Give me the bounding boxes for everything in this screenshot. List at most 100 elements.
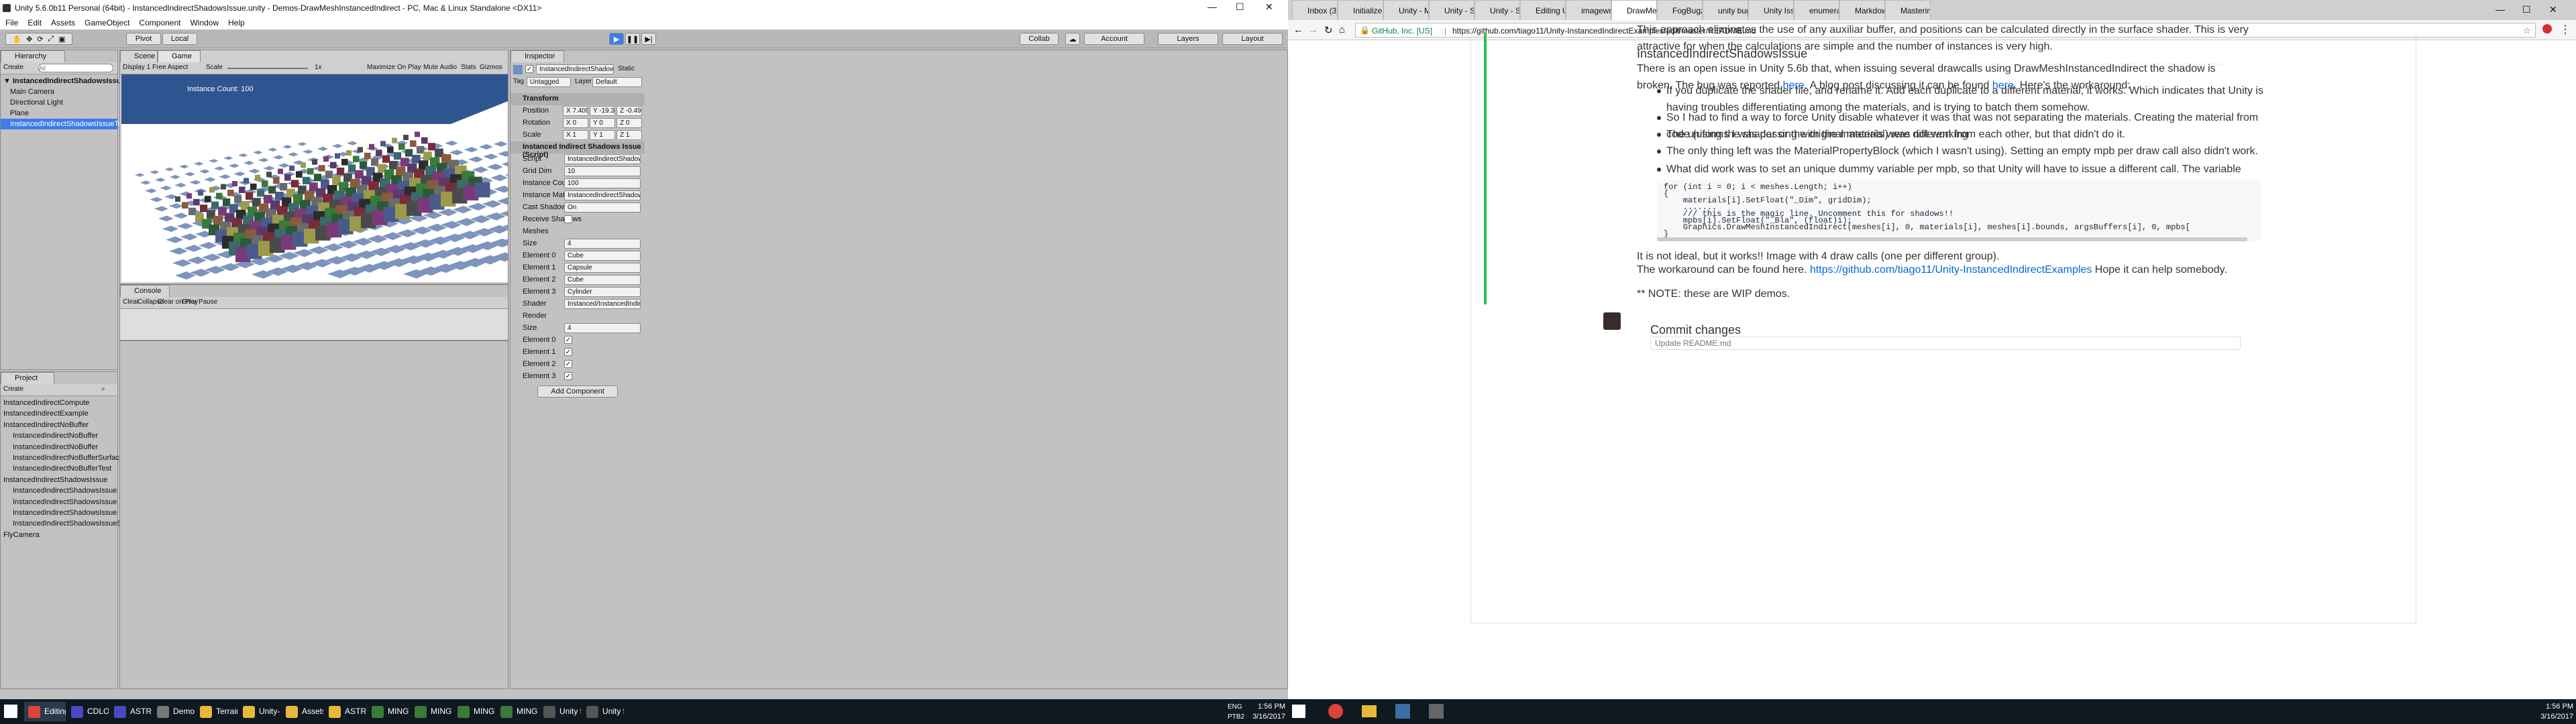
layer-dropdown[interactable]: Default: [592, 77, 642, 87]
chrome-taskbar-icon[interactable]: [1328, 704, 1343, 719]
windows-start-icon[interactable]: [4, 705, 17, 718]
game-viewport[interactable]: [121, 74, 508, 282]
render-element-checkbox[interactable]: ✓: [564, 360, 572, 368]
script-field-3-field[interactable]: InstancedIndirectShadowsIssue: [564, 190, 641, 200]
transform-position-z-field[interactable]: Z -0.4943112: [616, 106, 642, 116]
windows-start-icon-2[interactable]: [1292, 705, 1305, 718]
project-item[interactable]: InstancedIndirectShadowsIssue: [13, 485, 117, 496]
tab-inspector[interactable]: Inspector: [511, 50, 564, 62]
render-size-field[interactable]: 4: [564, 323, 641, 333]
transform-position-x-field[interactable]: X 7.409399: [563, 106, 588, 116]
active-checkbox[interactable]: ✓: [525, 65, 533, 73]
taskbar-item[interactable]: MINGW6...: [368, 702, 409, 721]
hierarchy-item-selected[interactable]: InstancedIndirectShadowsIssueTest: [1, 119, 128, 129]
hierarchy-item-main-camera[interactable]: Main Camera: [10, 86, 54, 97]
mesh-element-2-field[interactable]: Cube: [564, 275, 641, 285]
tab-console[interactable]: Console: [120, 285, 170, 297]
explorer-taskbar-icon[interactable]: [1362, 705, 1377, 717]
hierarchy-item-directional-light[interactable]: Directional Light: [10, 97, 63, 108]
render-element-checkbox[interactable]: ✓: [564, 372, 572, 380]
clock-left[interactable]: 1:56 PM 3/16/2017: [1248, 702, 1285, 722]
menu-component[interactable]: Component: [139, 18, 180, 27]
menu-help[interactable]: Help: [228, 18, 245, 27]
tag-dropdown[interactable]: Untagged: [527, 77, 571, 87]
project-create-button[interactable]: Create: [3, 385, 23, 393]
hierarchy-search-input[interactable]: [38, 64, 113, 72]
static-toggle[interactable]: Static: [618, 65, 635, 72]
step-button-icon[interactable]: ▶|: [641, 33, 656, 45]
console-log-area[interactable]: [120, 309, 508, 340]
minimize-icon[interactable]: —: [1208, 1, 1217, 12]
cloud-icon[interactable]: ☁: [1065, 33, 1080, 45]
project-item[interactable]: InstancedIndirectShadowsIssue: [3, 475, 107, 485]
project-item[interactable]: FlyCamera: [3, 530, 40, 540]
transform-rotation-x-field[interactable]: X 0: [563, 118, 588, 128]
pause-button-icon[interactable]: ❚❚: [625, 33, 640, 45]
menu-window[interactable]: Window: [190, 18, 219, 27]
hand-tool-icon[interactable]: ✋: [12, 35, 21, 44]
layout-dropdown[interactable]: Layout: [1222, 33, 1283, 45]
account-dropdown[interactable]: Account: [1084, 33, 1144, 45]
menu-assets[interactable]: Assets: [51, 18, 75, 27]
mesh-element-3-field[interactable]: Cylinder: [564, 287, 641, 297]
taskbar-item[interactable]: TerrainEn...: [196, 702, 237, 721]
project-search-icon[interactable]: ⌕: [101, 385, 105, 393]
scene-root[interactable]: ▼ InstancedIndirectShadowsIssue: [3, 76, 125, 86]
unity-taskbar-icon[interactable]: [1429, 704, 1444, 719]
taskbar-item[interactable]: MINGW6...: [453, 702, 495, 721]
hierarchy-item-plane[interactable]: Plane: [10, 108, 29, 119]
project-item[interactable]: InstancedIndirectNoBuffer: [13, 442, 98, 452]
script-field-1-field[interactable]: 10: [564, 166, 641, 176]
code-scrollbar[interactable]: [1657, 237, 2247, 241]
display-dropdown[interactable]: Display 1: [123, 64, 150, 71]
gizmos-toggle[interactable]: Gizmos: [480, 64, 502, 71]
mesh-element-1-field[interactable]: Capsule: [564, 263, 641, 273]
taskbar-item[interactable]: MINGW6...: [496, 702, 538, 721]
tab-hierarchy[interactable]: Hierarchy: [1, 50, 65, 62]
rotate-tool-icon[interactable]: ⟳: [37, 35, 43, 44]
local-button[interactable]: Local: [162, 33, 197, 45]
mute-audio-toggle[interactable]: Mute Audio: [423, 64, 457, 71]
hierarchy-create-button[interactable]: Create: [3, 64, 23, 71]
project-item[interactable]: InstancedIndirectCompute: [3, 398, 89, 408]
taskbar-item[interactable]: Demos-D...: [153, 702, 195, 721]
layers-dropdown[interactable]: Layers: [1158, 33, 1218, 45]
menu-gameobject[interactable]: GameObject: [85, 18, 129, 27]
transform-rotation-y-field[interactable]: Y 0: [590, 118, 615, 128]
render-element-checkbox[interactable]: ✓: [564, 348, 572, 356]
object-name-field[interactable]: InstancedIndirectShadowsIssueTest: [536, 64, 614, 74]
render-element-checkbox[interactable]: ✓: [564, 336, 572, 344]
project-item[interactable]: InstancedIndirectNoBufferTest: [13, 463, 111, 474]
add-component-button[interactable]: Add Component: [537, 385, 618, 398]
transform-component[interactable]: Transform: [511, 93, 645, 105]
project-item[interactable]: InstancedIndirectNoBuffer: [13, 430, 98, 441]
script-field-0-field[interactable]: InstancedIndirectShadowsIssue: [564, 154, 641, 164]
collab-dropdown[interactable]: Collab: [1020, 33, 1059, 45]
transform-scale-y-field[interactable]: Y 1: [590, 130, 615, 140]
script-field-4-field[interactable]: On: [564, 202, 641, 213]
taskbar-item[interactable]: Unity 5.6...: [582, 702, 624, 721]
close-icon[interactable]: ✕: [1265, 1, 1273, 13]
play-button-icon[interactable]: ▶: [609, 33, 624, 45]
tab-project[interactable]: Project: [1, 372, 54, 384]
aspect-dropdown[interactable]: Free Aspect: [152, 64, 188, 71]
language-indicator[interactable]: ENG PTB2: [1228, 702, 1244, 722]
stats-toggle[interactable]: Stats: [461, 64, 476, 71]
project-item[interactable]: InstancedIndirectShadowsIssue: [13, 497, 117, 507]
app-taskbar-icon[interactable]: [1395, 704, 1410, 719]
tab-game[interactable]: Game: [158, 50, 201, 62]
transform-rotation-z-field[interactable]: Z 0: [616, 118, 642, 128]
project-item[interactable]: InstancedIndirectShadowsIssue: [13, 507, 117, 518]
project-item[interactable]: InstancedIndirectNoBuffer: [3, 420, 89, 430]
taskbar-item[interactable]: MINGW6...: [411, 702, 452, 721]
taskbar-item[interactable]: CDLOD - ...: [67, 702, 109, 721]
taskbar-item[interactable]: ASTROS2...: [110, 702, 152, 721]
maximize-icon[interactable]: ☐: [1236, 1, 1244, 13]
rect-tool-icon[interactable]: ▣: [58, 35, 65, 44]
mesh-element-0-field[interactable]: Cube: [564, 251, 641, 261]
move-tool-icon[interactable]: ✥: [26, 35, 32, 44]
console-clear-button[interactable]: Clear: [123, 298, 139, 306]
pivot-button[interactable]: Pivot: [126, 33, 161, 45]
tab-scene[interactable]: Scene: [120, 50, 158, 62]
taskbar-item[interactable]: Editing U...: [24, 702, 66, 721]
